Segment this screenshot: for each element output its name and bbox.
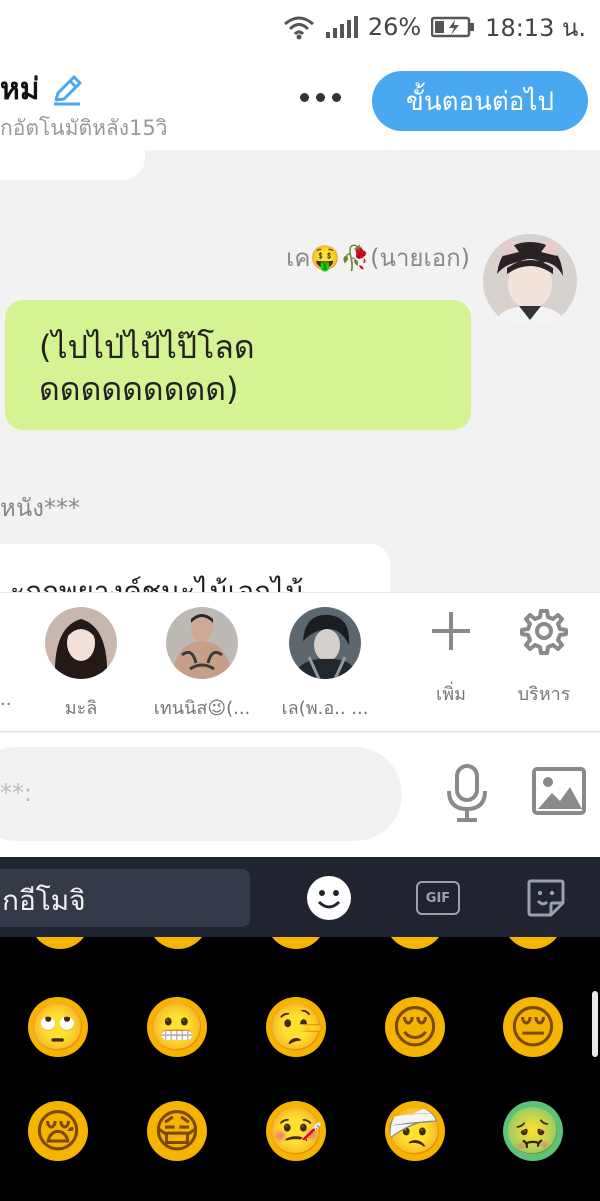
sender-name: เค🤑🥀(นายเอก) bbox=[286, 244, 470, 272]
emoji-grimace[interactable]: 😬 bbox=[147, 997, 207, 1057]
signal-bars-icon bbox=[325, 16, 358, 38]
chat-area[interactable]: เค🤑🥀(นายเอก) (ไปไป่ไป้ไป๊โลด ดดดดดดดดด) … bbox=[0, 150, 600, 592]
character-avatar bbox=[289, 607, 361, 679]
smiley-icon bbox=[307, 876, 351, 920]
character-name-partial: .. bbox=[0, 689, 12, 710]
previous-message-bubble bbox=[0, 150, 145, 180]
wifi-icon bbox=[283, 16, 314, 40]
emoji-scrollbar[interactable] bbox=[592, 991, 598, 1057]
character-avatar-image bbox=[45, 607, 117, 679]
emoji-partial[interactable] bbox=[385, 937, 445, 949]
character-item[interactable]: มะลิ bbox=[16, 607, 146, 722]
gear-icon bbox=[520, 609, 568, 655]
more-dots-icon bbox=[299, 92, 309, 102]
emoji-pensive[interactable]: 😔 bbox=[503, 997, 563, 1057]
manage-button[interactable]: บริหาร bbox=[504, 607, 584, 708]
emoji-partial[interactable] bbox=[503, 937, 563, 949]
emoji-partial[interactable] bbox=[30, 937, 90, 949]
character-item[interactable]: เทนนิส😉(... bbox=[137, 607, 267, 722]
more-options-button[interactable] bbox=[292, 82, 348, 112]
emoji-tab[interactable] bbox=[306, 875, 352, 921]
character-strip: .. มะลิ เทนนิส😉(... เล(พ.อ.. ... เพิ่ม บ… bbox=[0, 592, 600, 732]
battery-percent: 26% bbox=[367, 13, 422, 41]
narration-line: หนัง*** bbox=[0, 494, 80, 522]
add-character-button[interactable]: เพิ่ม bbox=[411, 607, 491, 708]
character-avatar bbox=[45, 607, 117, 679]
message-input-row: **: bbox=[0, 733, 600, 857]
clock: 18:13 น. bbox=[485, 13, 586, 42]
emoji-lying-face[interactable]: 🤥 bbox=[266, 997, 326, 1057]
pencil-icon[interactable] bbox=[50, 73, 84, 107]
character-avatar bbox=[166, 607, 238, 679]
plus-icon bbox=[432, 612, 470, 650]
emoji-head-bandage[interactable]: 🤕 bbox=[385, 1101, 445, 1161]
other-message-text: ะถูกพยางค์ชนะไม้เอกไม้ bbox=[10, 575, 304, 592]
status-bar: 26% 18:13 น. bbox=[0, 0, 600, 52]
sticker-tab[interactable] bbox=[523, 875, 569, 921]
emoji-nauseated[interactable]: 🤢 bbox=[503, 1101, 563, 1161]
character-name: มะลิ bbox=[64, 698, 98, 719]
chat-subtitle: กอัตโนมัติหลัง15วิ bbox=[0, 116, 168, 140]
emoji-thermometer[interactable]: 🤒 bbox=[266, 1101, 326, 1161]
manage-label: บริหาร bbox=[517, 684, 571, 705]
emoji-mask[interactable]: 😷 bbox=[147, 1101, 207, 1161]
my-message-line-1: (ไปไป่ไป้ไป๊โลด bbox=[39, 328, 255, 366]
character-name: เล(พ.อ.. ... bbox=[281, 698, 369, 719]
emoji-search-field[interactable]: กอีโมจิ bbox=[0, 869, 250, 927]
avatar-image bbox=[483, 234, 577, 328]
message-input[interactable] bbox=[0, 747, 402, 841]
sticker-icon bbox=[527, 879, 565, 917]
image-icon[interactable] bbox=[532, 767, 586, 815]
emoji-eye-roll[interactable]: 🙄 bbox=[28, 997, 88, 1057]
my-message-bubble[interactable]: (ไปไป่ไป้ไป๊โลด ดดดดดดดดด) bbox=[5, 300, 471, 430]
character-name: เทนนิส😉(... bbox=[153, 698, 251, 719]
emoji-sleepy[interactable]: 😪 bbox=[28, 1101, 88, 1161]
emoji-partial[interactable] bbox=[266, 937, 326, 949]
chat-header: หม่ กอัตโนมัติหลัง15วิ ขั้นตอนต่อไป bbox=[0, 52, 600, 150]
my-message-line-2: ดดดดดดดดด) bbox=[39, 370, 239, 408]
character-item[interactable]: เล(พ.อ.. ... bbox=[260, 607, 390, 722]
gif-tab[interactable]: GIF bbox=[415, 875, 461, 921]
character-avatar-image bbox=[166, 607, 238, 679]
microphone-icon[interactable] bbox=[442, 763, 492, 823]
character-avatar-image bbox=[289, 607, 361, 679]
emoji-keyboard-toolbar: กอีโมจิ GIF bbox=[0, 857, 600, 937]
emoji-partial[interactable] bbox=[148, 937, 208, 949]
emoji-grid: 🙄 😬 🤥 😌 😔 😪 😷 🤒 🤕 🤢 bbox=[0, 937, 600, 1201]
avatar[interactable] bbox=[483, 234, 577, 328]
next-step-button[interactable]: ขั้นตอนต่อไป bbox=[372, 71, 588, 131]
emoji-relieved[interactable]: 😌 bbox=[385, 997, 445, 1057]
chat-title[interactable]: หม่ bbox=[0, 66, 84, 113]
battery-charging-icon bbox=[431, 16, 475, 38]
add-label: เพิ่ม bbox=[436, 684, 466, 705]
chat-title-text: หม่ bbox=[0, 72, 40, 107]
gif-label: GIF bbox=[416, 881, 460, 915]
other-message-bubble[interactable]: ะถูกพยางค์ชนะไม้เอกไม้ bbox=[0, 544, 390, 592]
message-input-placeholder: **: bbox=[0, 779, 33, 807]
